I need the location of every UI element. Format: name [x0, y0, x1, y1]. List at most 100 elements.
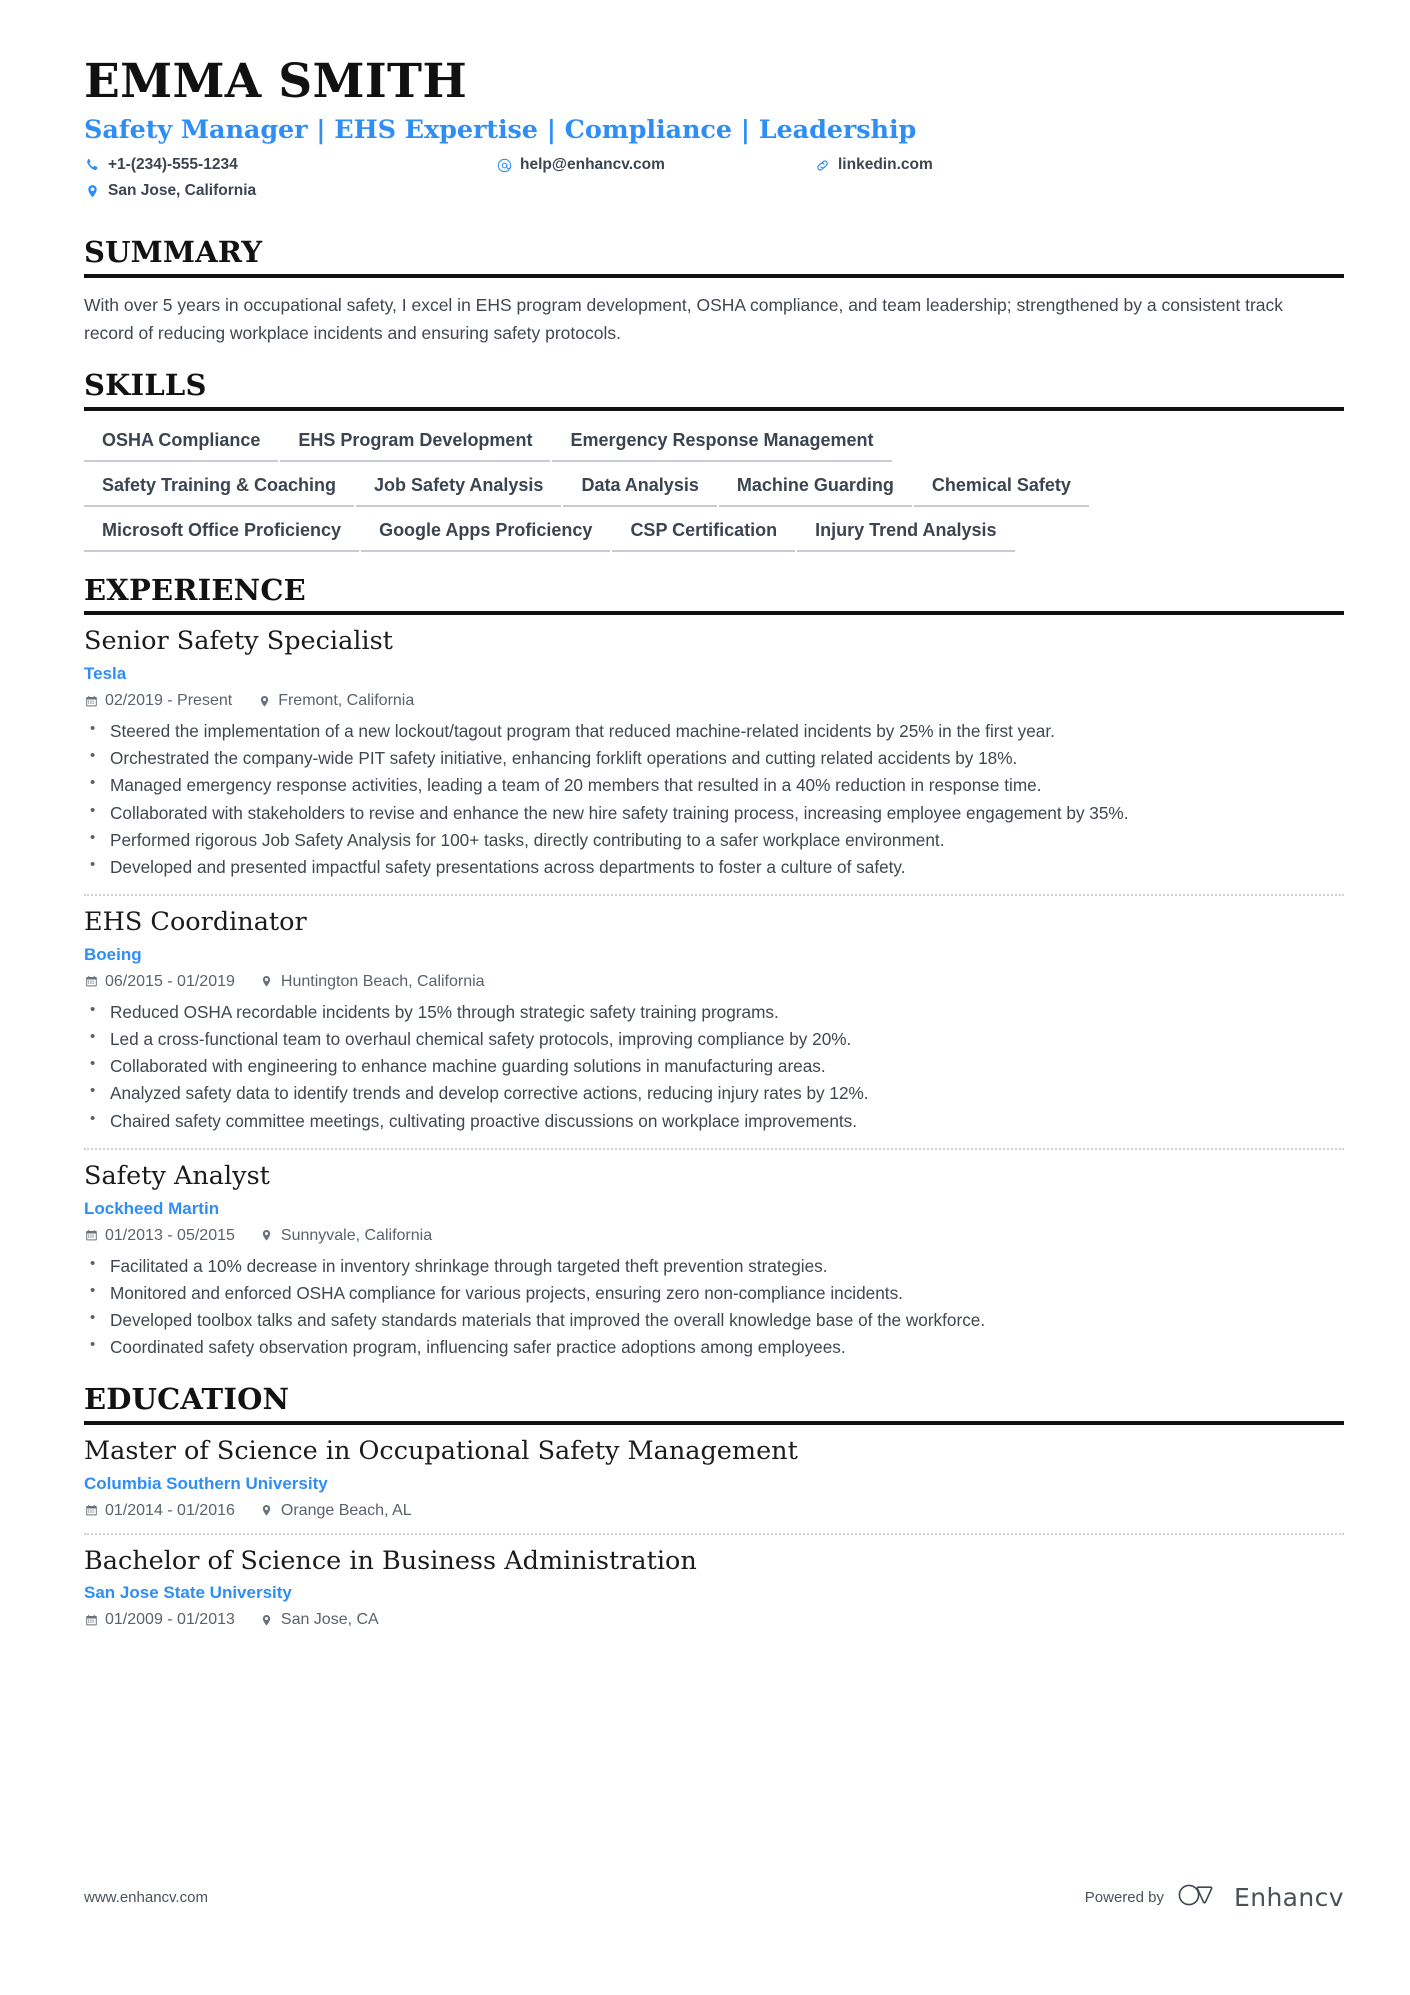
entry-bullet: Collaborated with stakeholders to revise… [84, 799, 1322, 827]
entry-location: San Jose, CA [260, 1611, 379, 1629]
entry-bullet: Reduced OSHA recordable incidents by 15%… [84, 998, 1322, 1026]
section-divider [84, 406, 1344, 411]
experience-section: EXPERIENCE Senior Safety Specialist Tesla… [84, 572, 1344, 1362]
entry-bullet: Orchestrated the company-wide PIT safety… [84, 744, 1322, 772]
skills-list: OSHA Compliance EHS Program Development Em… [84, 427, 1344, 552]
entry-organization[interactable]: Tesla [84, 664, 1344, 684]
entry-meta: 06/2015 - 01/2019 Huntington Beach, Calif… [84, 973, 1344, 991]
entry-location: Orange Beach, AL [260, 1502, 412, 1520]
footer-brand: Powered by Enhancv [1085, 1882, 1344, 1913]
skills-heading: SKILLS [84, 368, 207, 403]
entry-title: Senior Safety Specialist [84, 626, 393, 657]
skill-chip: CSP Certification [612, 517, 796, 552]
contact-phone-value: +1-(234)-555-1234 [108, 156, 238, 174]
candidate-headline: Safety Manager | EHS Expertise | Complia… [84, 115, 917, 146]
brand-name: Enhancv [1234, 1883, 1344, 1912]
entry-location-value: Orange Beach, AL [280, 1501, 412, 1519]
contact-location-value: San Jose, California [108, 182, 257, 200]
entry-dates-value: 06/2015 - 01/2019 [105, 972, 235, 990]
entry-title: Bachelor of Science in Business Administ… [84, 1545, 697, 1576]
entry-dates: 01/2009 - 01/2013 [84, 1611, 235, 1629]
calendar-icon [84, 1613, 98, 1628]
skills-section: SKILLS OSHA Compliance EHS Program Develo… [84, 368, 1344, 552]
entry-bullet: Led a cross-functional team to overhaul … [84, 1025, 1322, 1053]
entry-organization[interactable]: Boeing [84, 945, 1344, 965]
skill-chip: Google Apps Proficiency [361, 517, 611, 552]
entry-title: Safety Analyst [84, 1160, 270, 1191]
skill-chip: Microsoft Office Proficiency [84, 517, 360, 552]
entry-location: Fremont, California [257, 692, 414, 710]
entry-meta: 02/2019 - Present Fremont, California [84, 692, 1344, 710]
experience-entry: Safety Analyst Lockheed Martin 01/2013 - 0… [84, 1147, 1344, 1362]
summary-section: SUMMARY With over 5 years in occupationa… [84, 236, 1344, 347]
location-pin-icon [260, 974, 274, 989]
location-pin-icon [260, 1228, 274, 1243]
entry-bullet-list: Reduced OSHA recordable incidents by 15%… [84, 998, 1344, 1135]
entry-location: Huntington Beach, California [260, 973, 485, 991]
entry-dates: 02/2019 - Present [84, 692, 232, 710]
skill-row: OSHA Compliance EHS Program Development Em… [84, 427, 1344, 462]
contact-email[interactable]: help@enhancv.com [496, 156, 665, 174]
education-section: EDUCATION Master of Science in Occupatio… [84, 1383, 1344, 1629]
entry-title: Master of Science in Occupational Safety… [84, 1435, 798, 1466]
skill-chip: Chemical Safety [913, 472, 1089, 507]
entry-bullet-list: Steered the implementation of a new lock… [84, 717, 1344, 881]
resume-page: EMMA SMITH Safety Manager | EHS Expertis… [0, 0, 1410, 1995]
entry-location-value: Sunnyvale, California [280, 1226, 433, 1244]
summary-heading: SUMMARY [84, 235, 263, 270]
entry-bullet: Collaborated with engineering to enhance… [84, 1052, 1322, 1080]
entry-organization[interactable]: San Jose State University [84, 1583, 1344, 1603]
entry-bullet: Analyzed safety data to identify trends … [84, 1079, 1322, 1107]
resume-header: EMMA SMITH Safety Manager | EHS Expertis… [84, 54, 1344, 214]
powered-by-label: Powered by [1084, 1889, 1164, 1906]
entry-bullet: Facilitated a 10% decrease in inventory … [84, 1252, 1322, 1280]
entry-bullet: Monitored and enforced OSHA compliance f… [84, 1279, 1322, 1307]
location-pin-icon [84, 183, 100, 200]
entry-bullet: Coordinated safety observation program, … [84, 1333, 1322, 1361]
entry-dates: 01/2014 - 01/2016 [84, 1502, 235, 1520]
entry-meta: 01/2013 - 05/2015 Sunnyvale, California [84, 1227, 1344, 1245]
entry-meta: 01/2014 - 01/2016 Orange Beach, AL [84, 1502, 1344, 1520]
entry-organization[interactable]: Lockheed Martin [84, 1199, 1344, 1219]
skill-row: Safety Training & Coaching Job Safety Ana… [84, 472, 1344, 507]
entry-location-value: San Jose, CA [280, 1611, 379, 1629]
contact-location: San Jose, California [84, 182, 256, 200]
entry-bullet: Chaired safety committee meetings, culti… [84, 1107, 1322, 1135]
entry-dates-value: 01/2014 - 01/2016 [105, 1501, 235, 1519]
skill-chip: Job Safety Analysis [356, 472, 562, 507]
education-entry: Master of Science in Occupational Safety… [84, 1425, 1344, 1520]
education-heading: EDUCATION [84, 1382, 290, 1417]
entry-organization[interactable]: Columbia Southern University [84, 1474, 1344, 1494]
summary-text: With over 5 years in occupational safety… [84, 294, 1284, 344]
entry-dates-value: 01/2009 - 01/2013 [105, 1611, 235, 1629]
calendar-icon [84, 1228, 98, 1243]
skill-chip: Data Analysis [563, 472, 717, 507]
entry-meta: 01/2009 - 01/2013 San Jose, CA [84, 1611, 1344, 1629]
contact-link-value: linkedin.com [838, 156, 933, 174]
footer-url[interactable]: www.enhancv.com [84, 1889, 208, 1906]
phone-icon [84, 157, 100, 174]
entry-bullet: Developed toolbox talks and safety stand… [84, 1306, 1322, 1334]
entry-bullet: Performed rigorous Job Safety Analysis f… [84, 826, 1322, 854]
skill-chip: Emergency Response Management [552, 427, 892, 462]
experience-heading: EXPERIENCE [84, 572, 306, 607]
education-entry: Bachelor of Science in Business Administ… [84, 1532, 1344, 1630]
experience-entry: EHS Coordinator Boeing 06/2015 - 01/2019 Hu… [84, 894, 1344, 1135]
skill-row: Microsoft Office Proficiency Google Apps … [84, 517, 1344, 552]
calendar-icon [84, 974, 98, 989]
enhancv-logo-icon [1177, 1882, 1221, 1913]
contact-info: +1-(234)-555-1234 help@enhancv.com linke… [84, 156, 1344, 214]
entry-bullet: Steered the implementation of a new lock… [84, 717, 1322, 745]
skill-chip: Safety Training & Coaching [84, 472, 355, 507]
skill-chip: OSHA Compliance [84, 427, 279, 462]
section-divider [84, 273, 1344, 278]
experience-entry: Senior Safety Specialist Tesla 02/2019 - P… [84, 615, 1344, 881]
email-icon [496, 157, 512, 174]
entry-location-value: Fremont, California [278, 692, 415, 710]
entry-dates-value: 02/2019 - Present [105, 692, 233, 710]
contact-link[interactable]: linkedin.com [814, 156, 933, 174]
contact-phone[interactable]: +1-(234)-555-1234 [84, 156, 238, 174]
entry-bullet: Managed emergency response activities, l… [84, 771, 1322, 799]
entry-dates: 06/2015 - 01/2019 [84, 973, 235, 991]
candidate-name: EMMA SMITH [84, 54, 468, 109]
